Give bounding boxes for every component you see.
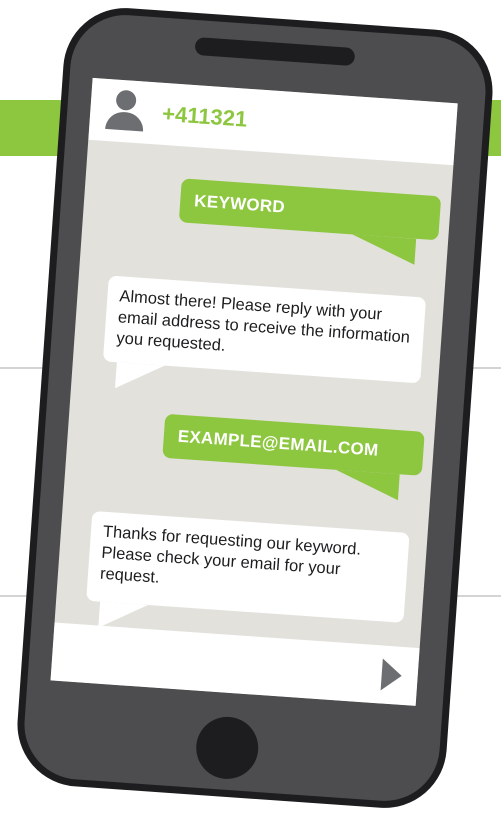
outgoing-message: EXAMPLE@EMAIL.COM [162, 413, 425, 476]
phone-screen: +411321 KEYWORD Almost there! Please rep… [50, 77, 458, 706]
bubble-tail [350, 234, 417, 265]
contact-number: +411321 [161, 100, 249, 132]
bubble-tail [334, 469, 400, 501]
send-arrow-icon[interactable] [380, 658, 403, 692]
outgoing-message: KEYWORD [178, 178, 442, 241]
phone-illustration: +411321 KEYWORD Almost there! Please rep… [13, 3, 497, 813]
person-icon [103, 89, 148, 134]
bubble-tail [115, 362, 165, 392]
